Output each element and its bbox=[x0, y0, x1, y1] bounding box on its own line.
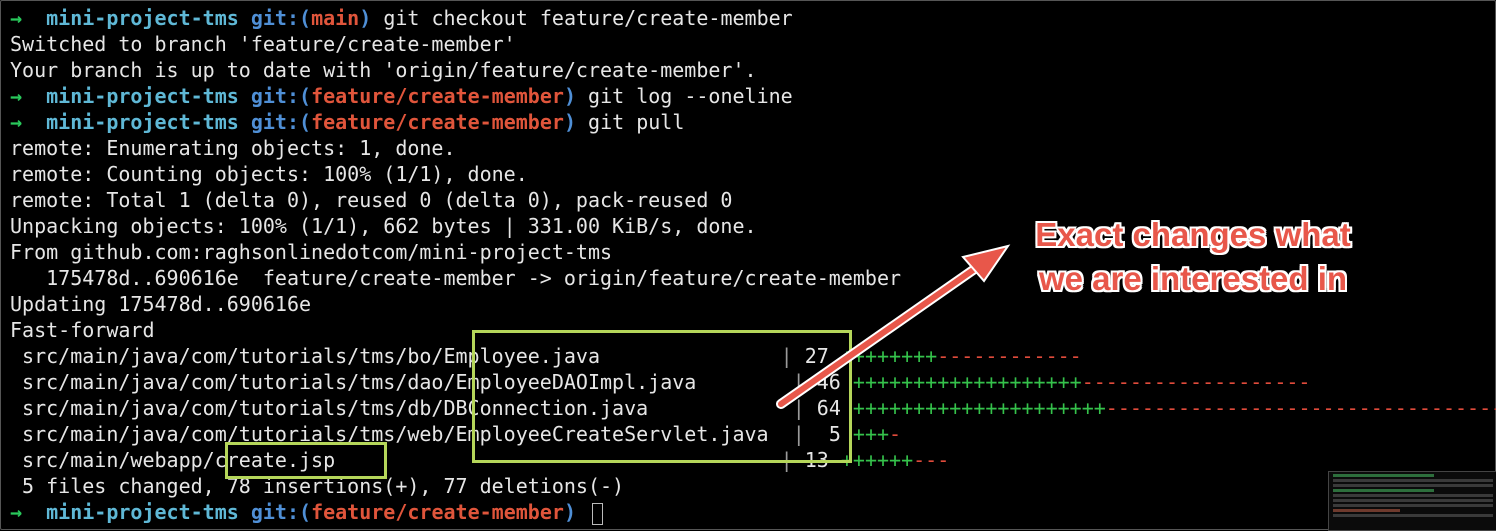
terminal-thumbnail[interactable] bbox=[1328, 471, 1496, 531]
terminal-window[interactable]: → mini-project-tms git:(main) git checko… bbox=[0, 0, 1496, 531]
annotation-line-1: Exact changes what bbox=[1035, 216, 1351, 253]
annotation-line-2: we are interested in bbox=[1038, 260, 1348, 297]
annotation-text: Exact changes what we are interested in bbox=[1013, 213, 1373, 301]
